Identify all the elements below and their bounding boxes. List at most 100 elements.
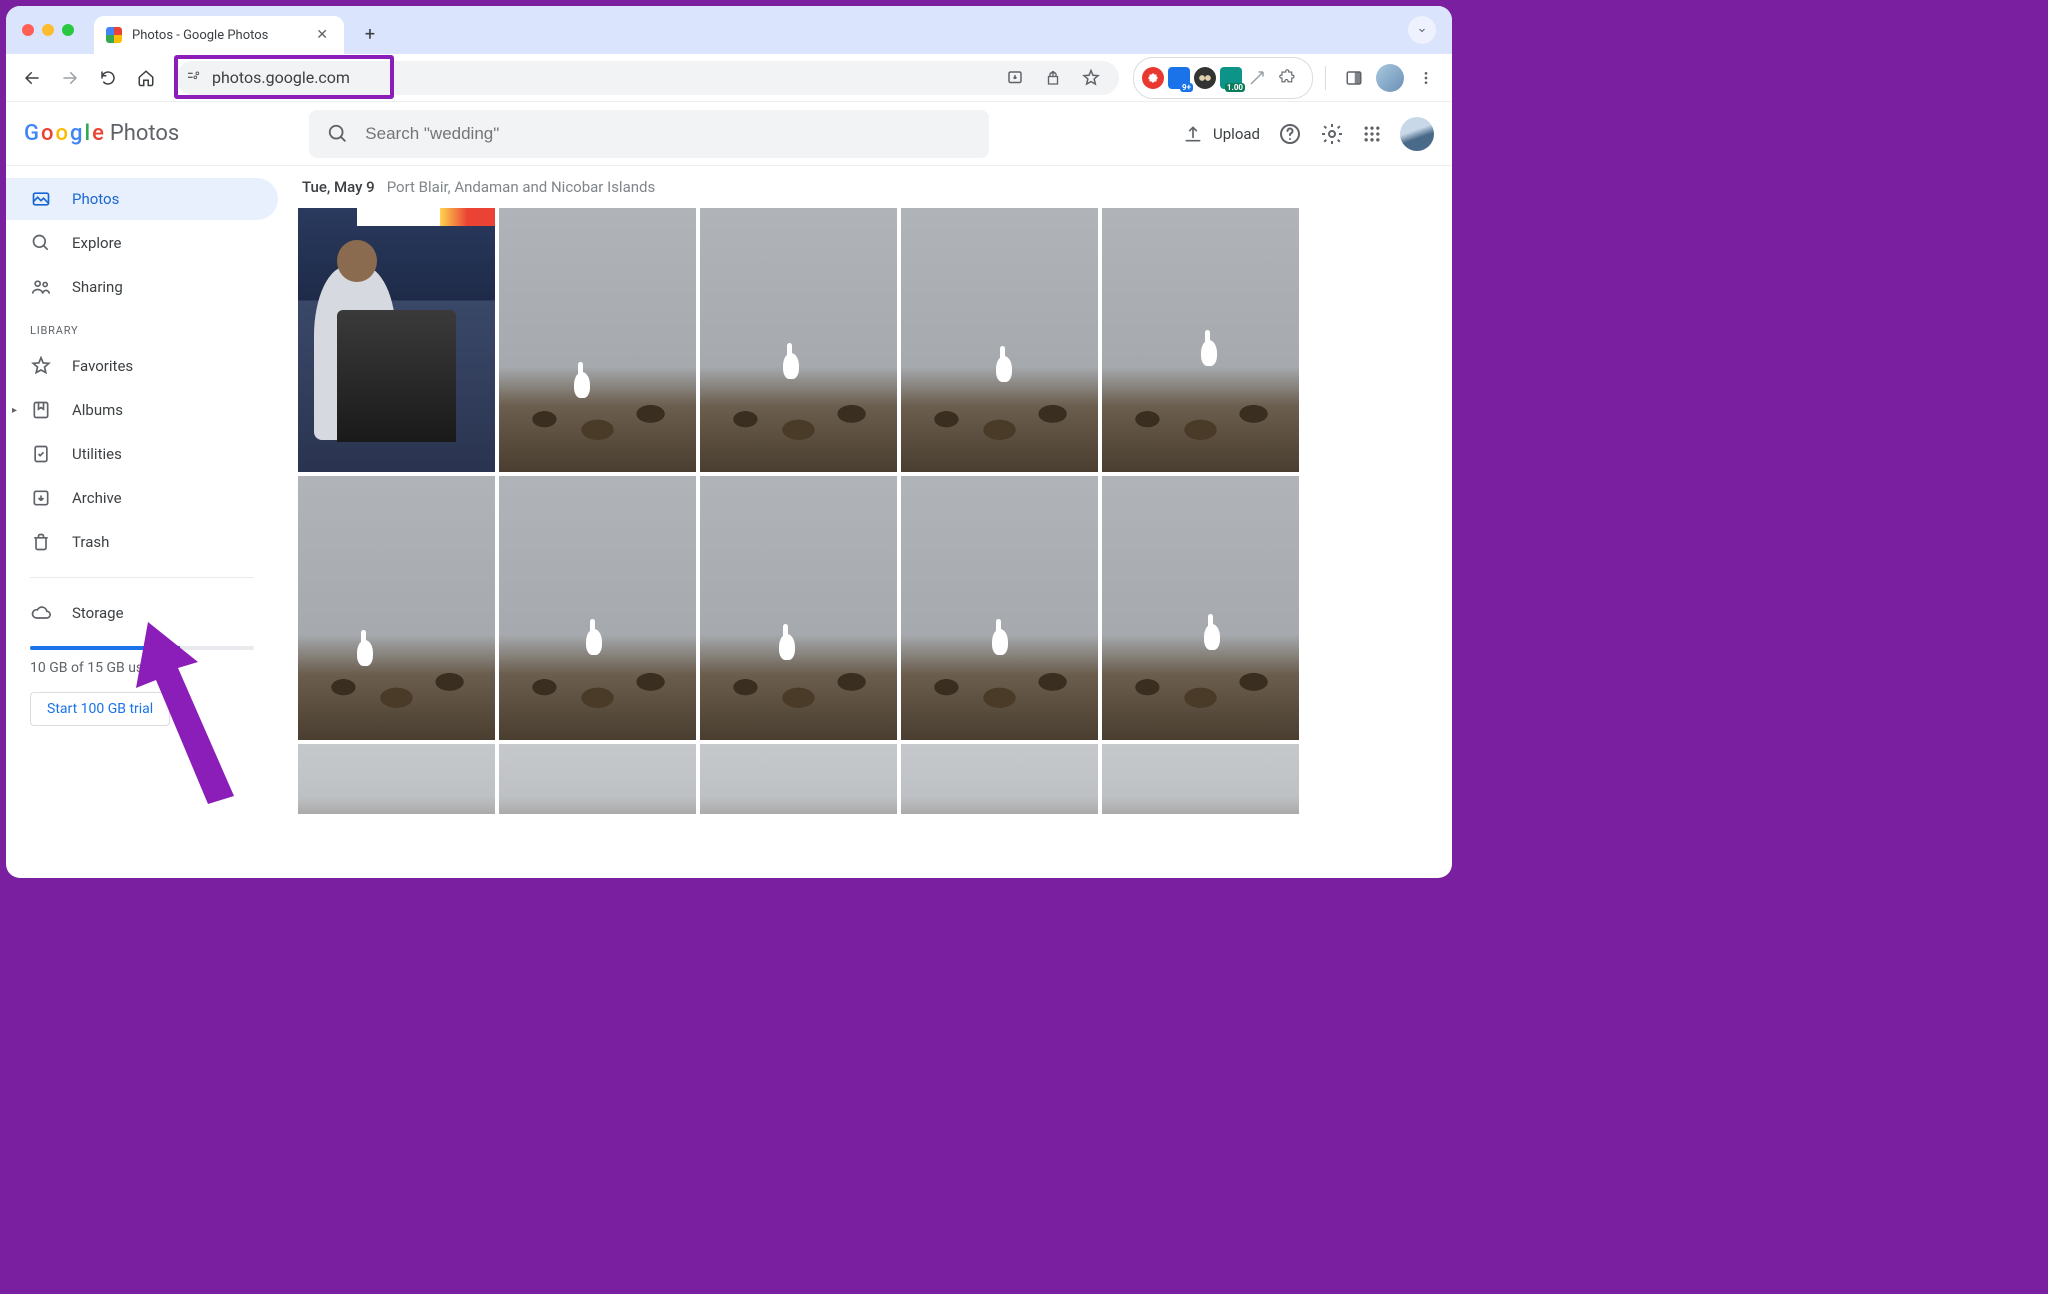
storage-progress-bar [30,646,254,650]
storage-progress-fill [30,646,180,650]
apps-menu-button[interactable] [1362,124,1382,144]
extensions-menu-button[interactable] [1272,62,1304,94]
arrow-left-icon [23,69,41,87]
photo-thumbnail[interactable] [901,208,1098,472]
photo-content-area: Tue, May 9 Port Blair, Andaman and Nicob… [286,166,1452,878]
nav-back-button[interactable] [16,62,48,94]
photo-thumbnail[interactable] [499,208,696,472]
photo-thumbnail[interactable] [499,744,696,814]
extension-blue-icon[interactable]: 9+ [1168,67,1190,89]
upload-button[interactable]: Upload [1183,124,1260,144]
photo-grid [298,208,1444,814]
upload-label: Upload [1213,125,1260,143]
sidebar-item-photos[interactable]: Photos [6,178,278,220]
url-text: photos.google.com [212,68,991,87]
tab-search-button[interactable] [1408,16,1436,44]
side-panel-button[interactable] [1338,62,1370,94]
arrow-right-icon [61,69,79,87]
nav-forward-button[interactable] [54,62,86,94]
tab-favicon-icon [106,27,122,43]
new-tab-button[interactable]: + [356,20,384,48]
trash-icon [30,532,52,552]
photo-thumbnail[interactable] [298,476,495,740]
photo-thumbnail[interactable] [1102,476,1299,740]
google-photos-logo[interactable]: Google Photos [24,121,179,146]
chrome-profile-avatar[interactable] [1376,64,1404,92]
upload-icon [1183,124,1203,144]
sidebar-item-archive[interactable]: Archive [6,477,278,519]
gear-icon [1320,122,1344,146]
divider [1325,66,1326,90]
settings-button[interactable] [1320,122,1344,146]
sidebar-item-favorites[interactable]: Favorites [6,345,278,387]
storage-usage-text: 10 GB of 15 GB used [30,660,254,676]
bookmark-icon [30,400,52,420]
address-bar[interactable]: photos.google.com [176,61,1119,95]
help-button[interactable] [1278,122,1302,146]
side-panel-icon [1345,69,1363,87]
chrome-menu-button[interactable] [1410,62,1442,94]
cloud-icon [30,603,52,623]
storage-trial-button[interactable]: Start 100 GB trial [30,692,170,726]
bookmark-button[interactable] [1077,64,1105,92]
extensions-pill[interactable]: 9+ 1.00 [1133,57,1313,99]
sidebar-item-label: Albums [72,401,123,419]
browser-tab[interactable]: Photos - Google Photos ✕ [94,16,344,54]
sidebar-item-label: Storage [72,604,124,622]
nav-home-button[interactable] [130,62,162,94]
photo-thumbnail[interactable] [700,744,897,814]
sidebar-item-sharing[interactable]: Sharing [6,266,278,308]
photo-thumbnail[interactable] [1102,744,1299,814]
extension-adblock-icon[interactable] [1142,67,1164,89]
image-icon [30,189,52,209]
sidebar-item-albums[interactable]: ▸ Albums [6,389,278,431]
extension-gray-icon[interactable] [1246,67,1268,89]
photo-thumbnail[interactable] [700,476,897,740]
photo-thumbnail[interactable] [700,208,897,472]
sidebar-item-label: Utilities [72,445,122,463]
sidebar-item-label: Photos [72,190,119,208]
help-icon [1278,122,1302,146]
home-icon [137,69,155,87]
nav-reload-button[interactable] [92,62,124,94]
window-controls [22,24,74,36]
tab-close-button[interactable]: ✕ [312,25,332,45]
search-input[interactable] [365,124,971,144]
photo-thumbnail[interactable] [1102,208,1299,472]
chevron-down-icon [1416,24,1428,36]
sidebar-item-explore[interactable]: Explore [6,222,278,264]
photo-thumbnail[interactable] [901,476,1098,740]
archive-icon [30,488,52,508]
photo-thumbnail[interactable] [298,744,495,814]
location-text: Port Blair, Andaman and Nicobar Islands [387,178,656,196]
search-icon [30,233,52,253]
photo-thumbnail[interactable] [499,476,696,740]
apps-grid-icon [1362,124,1382,144]
sidebar-item-label: Explore [72,234,122,252]
window-minimize-button[interactable] [42,24,54,36]
share-button[interactable] [1039,64,1067,92]
sidebar-item-storage[interactable]: Storage [6,592,278,634]
chevron-right-icon: ▸ [12,405,17,416]
account-avatar[interactable] [1400,117,1434,151]
search-icon [327,123,349,145]
sidebar-item-label: Sharing [72,278,123,296]
photo-thumbnail[interactable] [901,744,1098,814]
photo-thumbnail[interactable] [298,208,495,472]
star-icon [30,356,52,376]
sidebar-item-utilities[interactable]: Utilities [6,433,278,475]
reload-icon [99,69,117,87]
install-app-button[interactable] [1001,64,1029,92]
extension-dark-icon[interactable] [1194,67,1216,89]
search-bar[interactable] [309,110,989,158]
sidebar-section-library-label: LIBRARY [6,310,278,345]
sidebar-item-trash[interactable]: Trash [6,521,278,563]
sidebar-item-label: Trash [72,533,109,551]
extension-teal-icon[interactable]: 1.00 [1220,67,1242,89]
sidebar-item-label: Archive [72,489,122,507]
site-settings-icon[interactable] [186,70,202,86]
date-text: Tue, May 9 [302,178,375,196]
kebab-icon [1418,70,1434,86]
window-close-button[interactable] [22,24,34,36]
window-maximize-button[interactable] [62,24,74,36]
